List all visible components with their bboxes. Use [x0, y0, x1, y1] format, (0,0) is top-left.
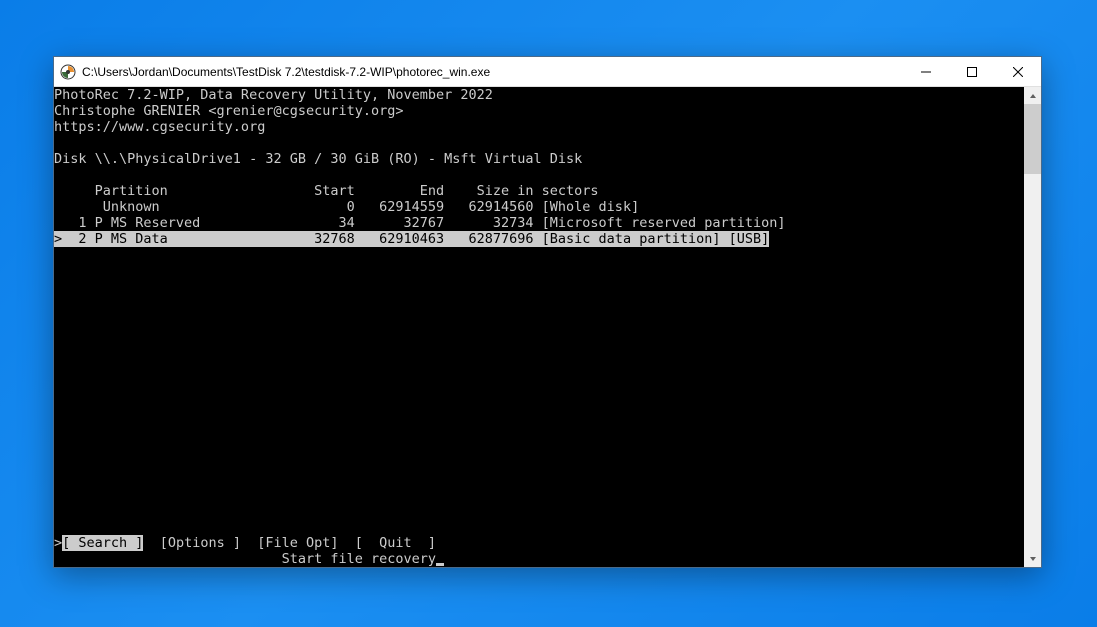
scroll-down-icon[interactable] — [1024, 550, 1041, 567]
partition-row[interactable]: Unknown 0 62914559 62914560 [Whole disk] — [54, 199, 639, 215]
titlebar[interactable]: C:\Users\Jordan\Documents\TestDisk 7.2\t… — [54, 57, 1041, 87]
app-header-line1: PhotoRec 7.2-WIP, Data Recovery Utility,… — [54, 87, 493, 103]
partition-row[interactable]: 1 P MS Reserved 34 32767 32734 [Microsof… — [54, 215, 786, 231]
menu-fileopt[interactable]: [File Opt] — [257, 535, 338, 551]
close-button[interactable] — [995, 57, 1041, 86]
partition-table-header: Partition Start End Size in sectors — [54, 183, 599, 199]
console-output[interactable]: PhotoRec 7.2-WIP, Data Recovery Utility,… — [54, 87, 1024, 567]
menu-search[interactable]: [ Search ] — [62, 535, 143, 551]
window-controls — [903, 57, 1041, 86]
menu-options[interactable]: [Options ] — [160, 535, 241, 551]
menu-hint: Start file recovery — [282, 551, 436, 567]
menu-quit[interactable]: [ Quit ] — [355, 535, 436, 551]
disk-info: Disk \\.\PhysicalDrive1 - 32 GB / 30 GiB… — [54, 151, 582, 167]
app-icon — [60, 64, 76, 80]
scrollbar-thumb[interactable] — [1024, 104, 1041, 174]
vertical-scrollbar[interactable] — [1024, 87, 1041, 567]
partition-row-selected[interactable]: > 2 P MS Data 32768 62910463 62877696 [B… — [54, 231, 769, 247]
scroll-up-icon[interactable] — [1024, 87, 1041, 104]
menu-caret: > — [54, 535, 62, 551]
app-window: C:\Users\Jordan\Documents\TestDisk 7.2\t… — [53, 56, 1042, 568]
window-title: C:\Users\Jordan\Documents\TestDisk 7.2\t… — [82, 65, 903, 79]
app-header-line2: Christophe GRENIER <grenier@cgsecurity.o… — [54, 103, 404, 119]
app-header-url: https://www.cgsecurity.org — [54, 119, 265, 135]
minimize-button[interactable] — [903, 57, 949, 86]
maximize-button[interactable] — [949, 57, 995, 86]
cursor-icon — [436, 563, 444, 566]
